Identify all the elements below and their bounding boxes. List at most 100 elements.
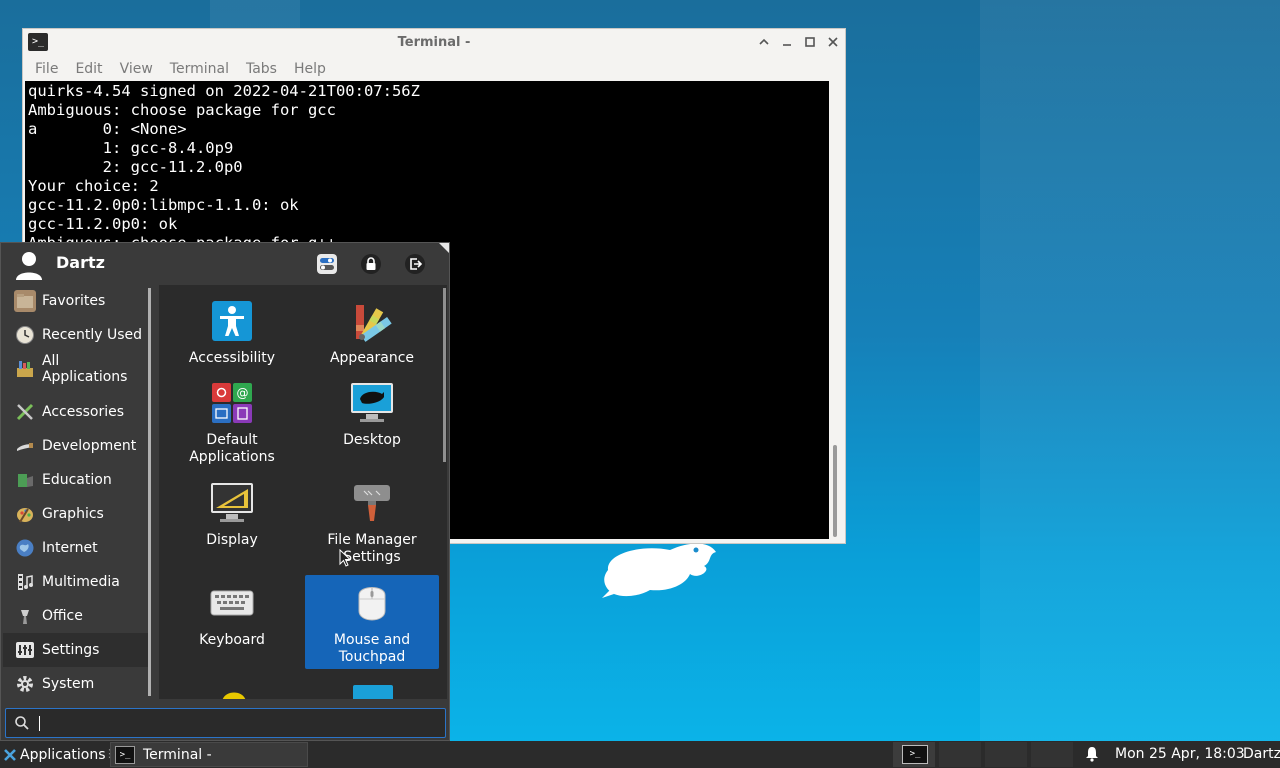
settings-manager-icon[interactable] <box>316 253 338 275</box>
application-scrollbar[interactable] <box>443 288 446 462</box>
app-label: Keyboard <box>199 632 265 648</box>
mouse-icon <box>350 581 394 625</box>
app-keyboard[interactable]: Keyboard <box>165 581 299 651</box>
category-label: Recently Used <box>42 327 143 343</box>
menu-terminal[interactable]: Terminal <box>162 59 238 79</box>
menu-tabs[interactable]: Tabs <box>238 59 286 79</box>
appearance-icon <box>350 299 394 343</box>
category-graphics[interactable]: Graphics <box>3 497 149 531</box>
category-label: Internet <box>42 540 98 556</box>
partial-app-icon <box>353 683 393 699</box>
menu-help[interactable]: Help <box>286 59 335 79</box>
search-box[interactable] <box>5 708 446 738</box>
category-label: Favorites <box>42 293 106 309</box>
category-label: All Applications <box>41 353 128 385</box>
app-appearance[interactable]: Appearance <box>305 299 439 369</box>
graphics-icon <box>14 503 36 525</box>
minimize-icon[interactable] <box>779 34 795 50</box>
terminal-scrollbar[interactable] <box>829 81 841 539</box>
development-icon <box>14 435 36 457</box>
app-label: File Manager Settings <box>327 532 417 565</box>
taskbar-user[interactable]: Dartz <box>1243 741 1280 768</box>
applications-menu-button[interactable]: Applications <box>0 741 106 768</box>
workspace-1[interactable]: >_ <box>893 742 935 767</box>
office-icon <box>14 605 36 627</box>
workspace-4[interactable] <box>1031 742 1073 767</box>
category-label: Development <box>42 438 137 454</box>
text-caret <box>39 716 40 731</box>
default-applications-icon: @ <box>210 381 254 425</box>
app-mouse-and-touchpad[interactable]: Mouse and Touchpad <box>305 575 439 669</box>
system-icon <box>14 673 36 695</box>
category-settings[interactable]: Settings <box>3 633 149 667</box>
menu-file[interactable]: File <box>27 59 67 79</box>
lightbulb-icon <box>220 683 248 699</box>
category-all-applications[interactable]: All Applications <box>3 352 149 386</box>
application-grid: Accessibility Appearance @ Default Appli… <box>159 285 447 699</box>
terminal-line: quirks-4.54 signed on 2022-04-21T00:07:5… <box>28 82 420 100</box>
search-icon <box>15 716 29 730</box>
settings-icon <box>14 639 36 661</box>
accessibility-icon <box>210 299 254 343</box>
category-label: Office <box>42 608 83 624</box>
app-default-applications[interactable]: @ Default Applications <box>165 381 299 465</box>
terminal-titlebar[interactable]: >_ Terminal - <box>23 29 845 57</box>
search-input[interactable] <box>36 712 440 736</box>
education-icon <box>14 469 36 491</box>
app-accessibility[interactable]: Accessibility <box>165 299 299 369</box>
notification-bell-icon[interactable] <box>1084 746 1100 762</box>
category-system[interactable]: System <box>3 667 149 701</box>
lock-icon[interactable] <box>360 253 382 275</box>
favorites-icon <box>14 290 36 312</box>
mouse-pointer-icon <box>339 549 351 567</box>
close-icon[interactable] <box>825 34 841 50</box>
accessories-icon <box>14 401 36 423</box>
app-label: Mouse and Touchpad <box>333 632 411 665</box>
category-label: Education <box>42 472 112 488</box>
category-development[interactable]: Development <box>3 429 149 463</box>
app-label: Accessibility <box>188 350 276 366</box>
display-icon <box>210 481 254 525</box>
maximize-icon[interactable] <box>802 34 818 50</box>
multimedia-icon <box>14 571 36 593</box>
taskbar-terminal-button[interactable]: >_ Terminal - <box>110 742 308 767</box>
terminal-line: a 0: <None> <box>28 120 187 138</box>
taskbar-task-label: Terminal - <box>143 746 212 763</box>
terminal-scrollbar-thumb[interactable] <box>833 445 837 537</box>
category-list: Favorites Recently Used All Applications… <box>3 284 149 700</box>
workspace-3[interactable] <box>985 742 1027 767</box>
category-favorites[interactable]: Favorites <box>3 284 149 318</box>
category-label: Settings <box>42 642 100 658</box>
menu-edit[interactable]: Edit <box>67 59 111 79</box>
category-accessories[interactable]: Accessories <box>3 395 149 429</box>
terminal-line: 1: gcc-8.4.0p9 <box>28 139 234 157</box>
app-file-manager-settings[interactable]: File Manager Settings <box>305 481 439 565</box>
logout-icon[interactable] <box>404 253 426 275</box>
category-scrollbar[interactable] <box>148 288 151 696</box>
app-display[interactable]: Display <box>165 481 299 551</box>
app-desktop[interactable]: Desktop <box>305 381 439 465</box>
category-education[interactable]: Education <box>3 463 149 497</box>
applications-label: Applications <box>20 746 106 763</box>
terminal-line: gcc-11.2.0p0:libmpc-1.1.0: ok <box>28 196 299 214</box>
app-label: Desktop <box>343 432 401 448</box>
clock[interactable]: Mon 25 Apr, 18:03 <box>1115 741 1245 768</box>
terminal-task-icon: >_ <box>115 745 135 764</box>
menu-view[interactable]: View <box>112 59 162 79</box>
xfce-mouse-logo <box>602 543 716 598</box>
terminal-menubar: File Edit View Terminal Tabs Help <box>23 59 335 79</box>
app-label: Display <box>206 532 258 548</box>
workspace-2[interactable] <box>939 742 981 767</box>
category-recently-used[interactable]: Recently Used <box>3 318 149 352</box>
all-apps-icon <box>14 358 36 380</box>
taskbar: Applications ⋮ >_ Terminal - >_ Mon 25 A… <box>0 741 1280 768</box>
category-multimedia[interactable]: Multimedia <box>3 565 149 599</box>
category-office[interactable]: Office <box>3 599 149 633</box>
terminal-title: Terminal - <box>397 35 471 50</box>
shade-icon[interactable] <box>756 34 772 50</box>
category-label: System <box>42 676 95 692</box>
user-header: Dartz <box>1 243 451 285</box>
app-label: Default Applications <box>189 432 275 465</box>
category-internet[interactable]: Internet <box>3 531 149 565</box>
category-label: Graphics <box>42 506 104 522</box>
